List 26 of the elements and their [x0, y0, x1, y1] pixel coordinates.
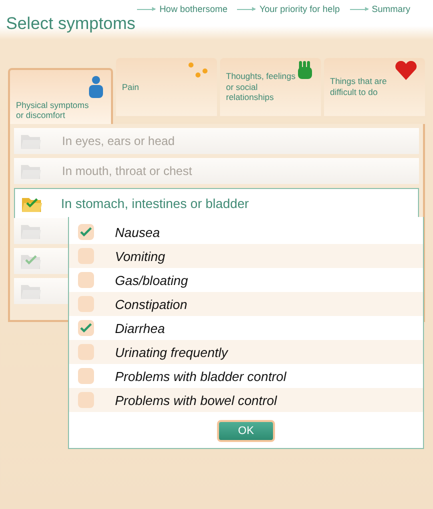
- checkbox[interactable]: [78, 344, 94, 360]
- symptom-option[interactable]: Constipation: [69, 292, 423, 316]
- checkbox[interactable]: [78, 248, 94, 264]
- symptom-option[interactable]: Nausea: [69, 220, 423, 244]
- checkbox[interactable]: [78, 392, 94, 408]
- heart-icon: [395, 61, 417, 80]
- checkbox[interactable]: [78, 368, 94, 384]
- symptom-option[interactable]: Diarrhea: [69, 316, 423, 340]
- page-title: Select symptoms: [6, 14, 136, 34]
- symptom-option[interactable]: Problems with bowel control: [69, 388, 423, 412]
- category-tab[interactable]: Thoughts, feelings or social relationships: [220, 58, 321, 116]
- symptom-option[interactable]: Problems with bladder control: [69, 364, 423, 388]
- symptom-option[interactable]: Urinating frequently: [69, 340, 423, 364]
- checkbox[interactable]: [78, 272, 94, 288]
- symptom-option[interactable]: Gas/bloating: [69, 268, 423, 292]
- person-icon: [89, 76, 103, 98]
- category-row[interactable]: In stomach, intestines or bladder: [14, 188, 419, 218]
- symptom-option[interactable]: Vomiting: [69, 244, 423, 268]
- step-label: How bothersome: [159, 4, 228, 14]
- category-tab[interactable]: Physical symptoms or discomfort: [8, 68, 113, 124]
- checkbox[interactable]: [78, 320, 94, 336]
- checkbox[interactable]: [78, 224, 94, 240]
- hand-icon: [297, 61, 313, 79]
- checkbox[interactable]: [78, 296, 94, 312]
- step-label: Summary: [372, 4, 410, 14]
- step-label: Your priority for help: [259, 4, 340, 14]
